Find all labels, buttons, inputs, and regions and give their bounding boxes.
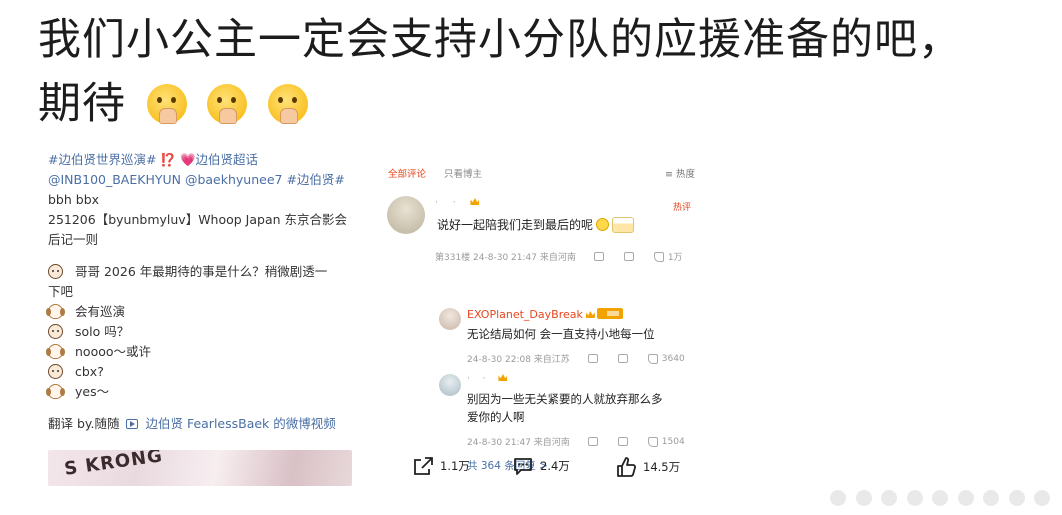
comment-text-content: 说好一起陪我们走到最后的呢 — [437, 218, 594, 232]
dialogue-text: cbx? — [75, 364, 104, 379]
blurred-watermark — [830, 486, 1050, 510]
thumbnail-text: S KRONG — [63, 450, 165, 480]
sticker-icon — [612, 217, 635, 233]
reply-time-location: 24-8-30 21:47 来自河南 — [467, 438, 570, 448]
translate-credit: 翻译 by.随随 边伯贤 FearlessBaek 的微博视频 — [48, 414, 354, 434]
reply-meta: 24-8-30 21:47 来自河南 1504 — [467, 435, 685, 448]
hot-badge: 热评 — [672, 203, 691, 213]
crown-icon — [585, 311, 595, 318]
video-link[interactable]: 边伯贤 FearlessBaek 的微博视频 — [145, 416, 335, 431]
post-mentions[interactable]: @INB100_BAEKHYUN @baekhyunee7 #边伯贤# — [48, 170, 354, 190]
headline: 我们小公主一定会支持小分队的应援准备的吧， 期待 — [38, 8, 1038, 136]
like-count: 3640 — [661, 353, 685, 364]
headline-line-2: 期待 — [38, 72, 1038, 136]
reply-meta: 24-8-30 22:08 来自江苏 3640 — [467, 352, 685, 365]
like-icon[interactable] — [647, 353, 658, 364]
share-icon[interactable] — [587, 354, 598, 363]
avatar[interactable] — [387, 196, 425, 234]
dialogue-line: solo 吗？ — [48, 322, 354, 342]
reply-icon[interactable] — [617, 354, 628, 363]
girl-face-icon — [48, 364, 63, 379]
pray-face-emoji-icon — [207, 84, 248, 124]
post-event-cont: 后记一则 — [48, 232, 99, 247]
thumbs-up-icon — [617, 457, 636, 477]
video-icon — [126, 419, 139, 429]
reply-author[interactable]: EXOPlanet_DayBreak — [467, 308, 623, 321]
dialogue: 哥哥 2026 年最期待的事是什么？稍微剧透一 下吧 会有巡演 solo 吗？ … — [46, 262, 354, 402]
dialogue-line: 下吧 — [48, 282, 354, 302]
comment-panel: 全部评论 只看博主 ≡ 热度 · · 热评 说好一起陪我们走到最后的呢 第331… — [383, 160, 701, 472]
translate-prefix: 翻译 by.随随 — [48, 416, 120, 431]
commenter-name[interactable]: · · — [435, 198, 480, 208]
like-button[interactable]: 14.5万 — [615, 456, 680, 478]
dialogue-text: 会有巡演 — [75, 304, 126, 319]
action-bar: 1.1万 2.4万 14.5万 — [412, 452, 702, 482]
girl-face-icon — [48, 324, 63, 339]
headline-line-1: 我们小公主一定会支持小分队的应援准备的吧， — [38, 15, 962, 65]
post-event: 251206【byunbmyluv】Whoop Japan 东京合影会 — [48, 212, 348, 227]
like-count: 1万 — [667, 253, 683, 263]
crown-icon — [470, 198, 480, 205]
reply-text: 无论结局如何 会一直支持小地每一位 — [467, 327, 655, 341]
reply-time-location: 24-8-30 22:08 来自江苏 — [467, 355, 570, 365]
post-bbh: bbh bbx — [48, 192, 100, 207]
comment-count: 2.4万 — [540, 459, 570, 473]
dialogue-text: 哥哥 2026 年最期待的事是什么？稍微剧透一 — [75, 264, 328, 279]
share-button[interactable]: 1.1万 — [412, 456, 470, 476]
dialogue-line: yes～ — [46, 382, 354, 402]
post-body: #边伯贤世界巡演# ⁉️ 💗边伯贤超话 @INB100_BAEKHYUN @ba… — [46, 150, 354, 434]
headline-line-2-text: 期待 — [38, 79, 126, 129]
dog-face-icon — [46, 344, 63, 359]
pray-face-emoji-icon — [146, 84, 187, 124]
comment-meta: 第331楼 24-8-30 21:47 来自河南 1万 — [435, 250, 683, 263]
reply-author[interactable]: · · — [467, 374, 508, 384]
tab-owner-only[interactable]: 只看博主 — [444, 166, 482, 180]
dog-face-icon — [46, 304, 63, 319]
reply-icon[interactable] — [623, 252, 634, 261]
tab-all-comments[interactable]: 全部评论 — [388, 166, 426, 180]
dialogue-text: solo 吗？ — [75, 324, 130, 339]
reply-text: 别因为一些无关紧要的人就放弃那么多爱你的人啊 — [467, 392, 663, 424]
like-icon[interactable] — [647, 436, 658, 447]
comment-floor-time: 第331楼 24-8-30 21:47 来自河南 — [435, 253, 576, 263]
vip-badge-icon — [596, 308, 623, 319]
dialogue-text: yes～ — [75, 384, 110, 399]
avatar[interactable] — [439, 374, 461, 396]
share-icon[interactable] — [587, 437, 598, 446]
comment-button[interactable]: 2.4万 — [512, 456, 570, 476]
dialogue-text: 下吧 — [48, 284, 74, 299]
girl-face-icon — [48, 264, 63, 279]
share-icon — [414, 457, 433, 475]
dialogue-line: cbx? — [48, 362, 354, 382]
comment-tabs: 全部评论 只看博主 ≡ 热度 — [383, 160, 701, 186]
like-icon[interactable] — [653, 251, 664, 262]
share-icon[interactable] — [593, 252, 604, 261]
reply-icon[interactable] — [617, 437, 628, 446]
share-count: 1.1万 — [440, 459, 470, 473]
reply-author-name: EXOPlanet_DayBreak — [467, 308, 583, 321]
dialogue-line: 哥哥 2026 年最期待的事是什么？稍微剧透一 — [48, 262, 354, 282]
avatar[interactable] — [439, 308, 461, 330]
smile-emoji-icon — [596, 218, 610, 231]
pray-face-emoji-icon — [268, 84, 309, 124]
dialogue-line: noooo～或许 — [46, 342, 354, 362]
sort-hot[interactable]: ≡ 热度 — [665, 166, 695, 180]
dialogue-text: noooo～或许 — [75, 344, 152, 359]
video-thumbnail[interactable]: S KRONG — [48, 450, 352, 486]
dog-face-icon — [46, 384, 63, 399]
dialogue-line: 会有巡演 — [46, 302, 354, 322]
like-count: 14.5万 — [643, 460, 681, 474]
comment-text: 说好一起陪我们走到最后的呢 — [437, 216, 635, 233]
crown-icon — [498, 374, 508, 381]
comment-icon — [514, 458, 532, 475]
post-hashtags[interactable]: #边伯贤世界巡演# ⁉️ 💗边伯贤超话 — [48, 150, 354, 170]
like-count: 1504 — [661, 436, 685, 447]
